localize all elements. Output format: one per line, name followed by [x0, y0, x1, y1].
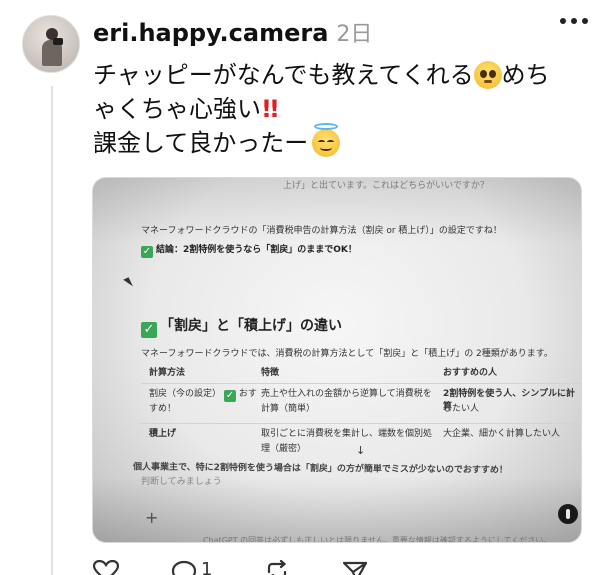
voice-icon — [558, 504, 578, 524]
repost-icon — [268, 560, 287, 575]
share-icon — [343, 561, 368, 575]
repost-button[interactable] — [264, 560, 290, 575]
table-cell: 計算（簡単） — [261, 404, 316, 414]
table-cell: 割戻（今の設定） ✓ おす — [149, 388, 257, 402]
table-row: 割戻（今の設定） ✓ おす すめ！ 売上や仕入れの金額から逆算して消費税を 計算（… — [141, 384, 581, 424]
post-actions: 1 — [93, 560, 368, 575]
table-cell: すめ！ — [149, 404, 177, 414]
comment-icon — [171, 560, 197, 575]
table-cell: 売上や仕入れの金額から逆算して消費税を — [261, 389, 432, 399]
post-text-segment: チャッピーがなんでも教えてくれる — [93, 61, 474, 89]
post-header: eri.happy.camera 2日 — [93, 16, 372, 48]
table-cell: 大企業、細かく計算したい人 — [443, 429, 561, 439]
checkmark-icon: ✓ — [141, 246, 153, 258]
table-cell: 理（厳密） — [261, 444, 307, 454]
comment-button[interactable]: 1 — [171, 560, 212, 575]
halo-face-icon — [312, 123, 341, 157]
photo-comparison-table: 計算方法 特徴 おすすめの人 割戻（今の設定） ✓ おす すめ！ 売上や仕入れの金… — [141, 364, 581, 464]
photo-footer-fragment: ChatGPT の回答は必ずしも正しいとは限りません。重要な情報は確認するように… — [203, 536, 552, 543]
table-header-cell: 計算方法 — [149, 368, 186, 378]
post-image[interactable]: 上げ」と出ています。これはどちらがいいですか？ マネーフォワードクラウドの「消費… — [92, 177, 582, 543]
post-body: チャッピーがなんでも教えてくれる めち ゃくちゃ心強い!! 課金して良かったー — [93, 58, 593, 160]
photo-conclusion-text: 結論：2割特例を使うなら「割戻」のままでOK！ — [156, 245, 357, 255]
add-icon: + — [145, 508, 159, 527]
post-text-segment: 課金して良かったー — [93, 129, 309, 157]
username[interactable]: eri.happy.camera — [93, 19, 328, 47]
post-time: 2日 — [336, 22, 373, 47]
table-row: 積上げ 取引ごとに消費税を集計し、端数を個別処 理（厳密） 大企業、細かく計算し… — [141, 424, 581, 464]
avatar[interactable] — [22, 15, 80, 73]
more-options-icon[interactable] — [560, 18, 588, 24]
checkmark-icon: ✓ — [141, 322, 157, 338]
table-cell: したい人 — [443, 404, 480, 414]
table-header-cell: おすすめの人 — [443, 368, 498, 378]
pleading-face-icon — [473, 61, 502, 89]
post-line-1: チャッピーがなんでも教えてくれる めち — [93, 58, 593, 92]
like-button[interactable] — [93, 560, 119, 575]
dot-icon — [582, 18, 588, 24]
heart-icon — [93, 560, 119, 575]
table-cell-text: おす — [238, 389, 257, 399]
comment-count: 1 — [201, 559, 213, 575]
table-cell: 取引ごとに消費税を集計し、端数を個別処 — [261, 429, 433, 439]
dot-icon — [571, 18, 577, 24]
photo-intro-text: マネーフォワードクラウドの「消費税申告の計算方法（割戻 or 積上げ）」の設定で… — [141, 226, 502, 236]
share-button[interactable] — [342, 560, 368, 575]
post-text-segment: ゃくちゃ心強い — [93, 95, 261, 123]
table-cell: 積上げ — [149, 429, 177, 439]
photo-section-title: ✓ 「割戻」と「積上げ」の違い — [141, 315, 342, 338]
table-cell-text: 割戻（今の設定） — [149, 389, 222, 399]
photo-section-desc: マネーフォワードクラウドでは、消費税の計算方法として「割戻」と「積上げ」の 2種… — [141, 349, 553, 359]
dot-icon — [560, 18, 566, 24]
photo-conclusion: ✓ 結論：2割特例を使うなら「割戻」のままでOK！ — [141, 242, 357, 258]
table-header-row: 計算方法 特徴 おすすめの人 — [141, 364, 581, 384]
mouse-cursor-icon — [123, 277, 133, 289]
double-exclamation-icon: !! — [261, 95, 280, 123]
thread-line — [51, 86, 53, 575]
photo-section-title-text: 「割戻」と「積上げ」の違い — [160, 318, 342, 334]
camera-icon — [53, 38, 63, 45]
post-line-3: 課金して良かったー — [93, 123, 593, 160]
post-line-2: ゃくちゃ心強い!! — [93, 92, 593, 126]
photo-top-fragment: 上げ」と出ています。これはどちらがいいですか？ — [283, 181, 489, 191]
post-text-segment: めち — [501, 61, 550, 89]
down-arrow-icon: ↓ — [356, 444, 366, 457]
checkmark-icon: ✓ — [223, 390, 236, 402]
photo-bottom-fragment-2: 判断してみましょう — [141, 477, 222, 487]
table-header-cell: 特徴 — [261, 368, 280, 378]
